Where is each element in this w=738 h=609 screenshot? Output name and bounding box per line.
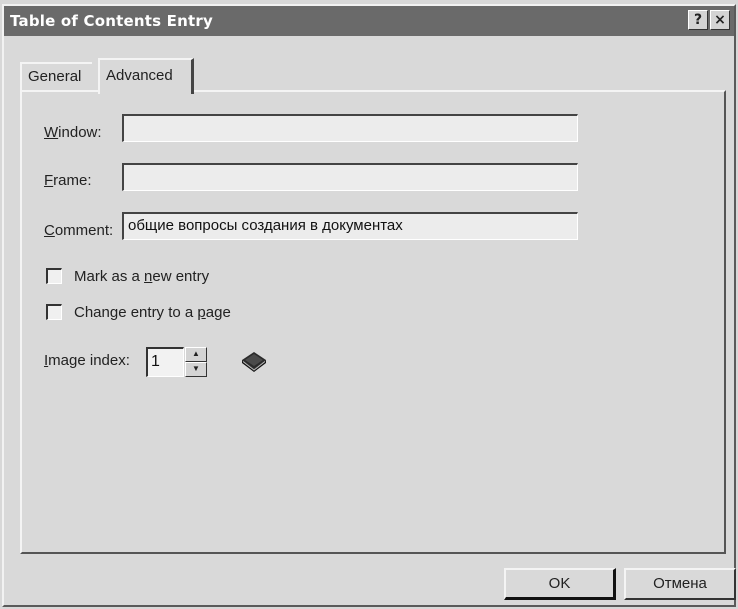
image-index-input[interactable]: 1	[146, 347, 184, 377]
comment-label-key: C	[44, 222, 55, 239]
change-to-page-suffix: age	[205, 304, 231, 321]
mark-new-entry-suffix: ew entry	[152, 268, 210, 285]
title-bar: Table of Contents Entry ? ×	[4, 6, 734, 36]
mark-new-entry-label[interactable]: Mark as a new entry	[74, 268, 209, 285]
window-label: Window:	[44, 124, 102, 141]
window-title: Table of Contents Entry	[10, 12, 213, 30]
tab-advanced[interactable]: Advanced	[98, 58, 194, 94]
window-label-key: W	[44, 124, 59, 141]
image-index-label: Image index:	[44, 352, 130, 369]
cancel-button[interactable]: Отмена	[624, 568, 736, 600]
change-to-page-prefix: Change entry to a	[74, 304, 198, 321]
spin-down-button[interactable]: ▼	[185, 362, 207, 377]
ok-button[interactable]: OK	[504, 568, 616, 600]
comment-label-rest: omment:	[54, 222, 114, 239]
spin-up-button[interactable]: ▲	[185, 347, 207, 362]
image-index-rest: mage index:	[48, 352, 130, 369]
change-to-page-key: p	[197, 304, 206, 321]
comment-label: Comment:	[44, 222, 113, 239]
frame-label-key: F	[44, 172, 54, 189]
mark-new-entry-prefix: Mark as a	[74, 268, 145, 285]
frame-field[interactable]	[122, 163, 578, 191]
window-field[interactable]	[122, 114, 578, 142]
mark-new-entry-checkbox[interactable]	[46, 268, 62, 284]
close-button[interactable]: ×	[710, 10, 730, 30]
tab-advanced-label: Advanced	[106, 67, 173, 84]
frame-label: Frame:	[44, 172, 92, 189]
book-icon	[242, 352, 266, 372]
toc-entry-dialog: Table of Contents Entry ? × General Adva…	[2, 4, 736, 607]
change-to-page-checkbox[interactable]	[46, 304, 62, 320]
change-to-page-label[interactable]: Change entry to a page	[74, 304, 231, 321]
help-button[interactable]: ?	[688, 10, 708, 30]
window-label-rest: indow:	[58, 124, 102, 141]
advanced-tab-panel	[20, 90, 726, 554]
comment-field[interactable]: общие вопросы создания в документах	[122, 212, 578, 240]
frame-label-rest: rame:	[53, 172, 92, 189]
tab-general[interactable]: General	[20, 62, 92, 90]
tab-general-label: General	[28, 68, 82, 85]
